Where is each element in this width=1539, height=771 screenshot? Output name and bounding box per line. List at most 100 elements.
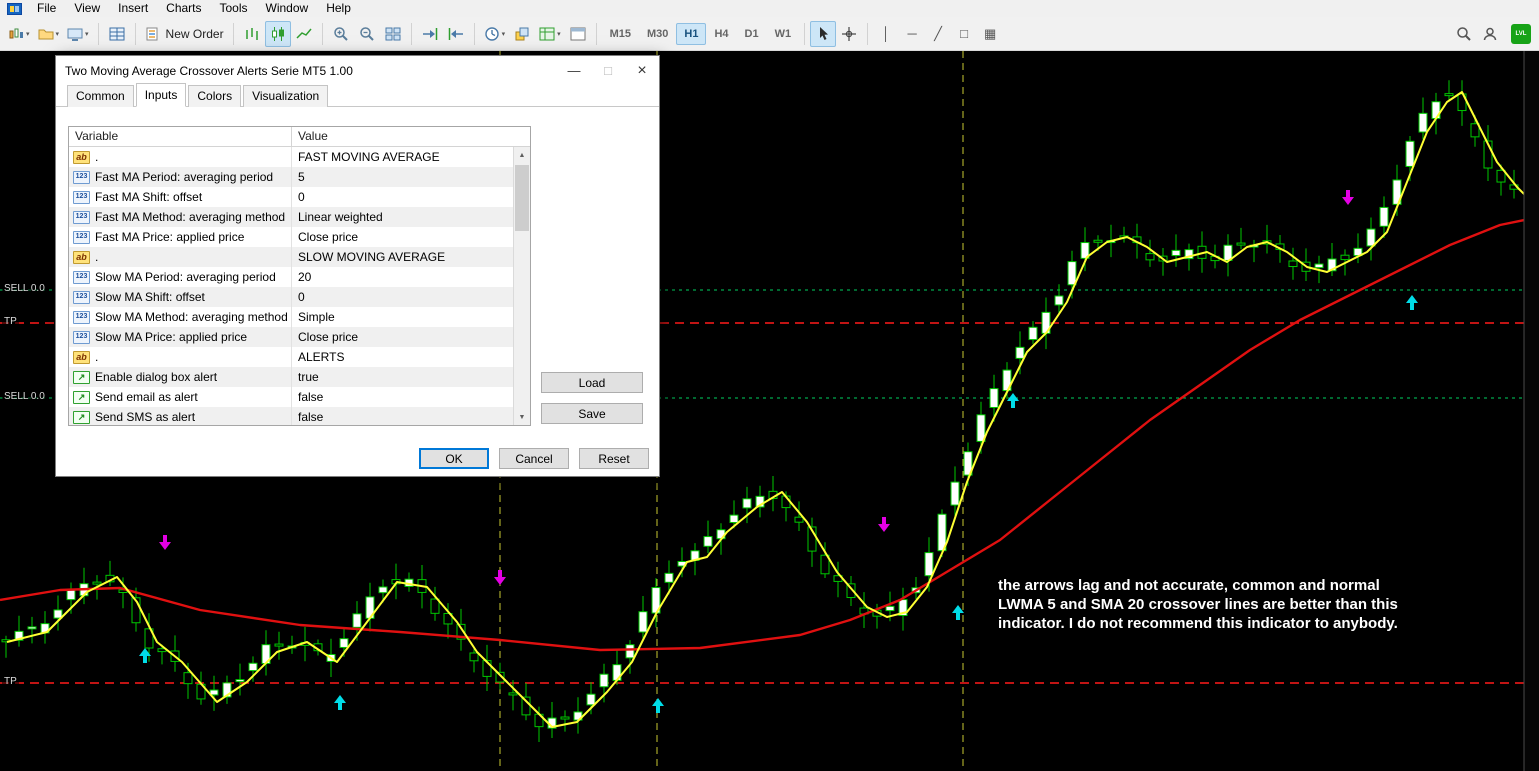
clock-icon xyxy=(484,26,499,41)
param-name: Slow MA Method: averaging method xyxy=(95,310,288,324)
search-icon xyxy=(1457,26,1471,41)
line-chart-button[interactable] xyxy=(291,21,317,47)
scroll-up-icon[interactable]: ▲ xyxy=(514,147,530,163)
table-row[interactable]: 123 Slow MA Shift: offset 0 xyxy=(69,287,513,307)
table-row[interactable]: ab. SLOW MOVING AVERAGE xyxy=(69,247,513,267)
dialog-title: Two Moving Average Crossover Alerts Seri… xyxy=(65,63,353,78)
tab-visualization[interactable]: Visualization xyxy=(243,85,329,107)
reset-button[interactable]: Reset xyxy=(579,448,649,469)
table-row[interactable]: 123 Slow MA Price: applied price Close pri… xyxy=(69,327,513,347)
profiles-button[interactable]: ▾ xyxy=(34,21,64,47)
close-icon: × xyxy=(637,61,647,79)
column-header-variable[interactable]: Variable xyxy=(69,127,292,146)
panels-button[interactable] xyxy=(565,21,591,47)
table-row[interactable]: 123 Slow MA Period: averaging period 20 xyxy=(69,267,513,287)
table-row[interactable]: ↗ Enable dialog box alert true xyxy=(69,367,513,387)
param-name: Fast MA Price: applied price xyxy=(95,230,245,244)
account-button[interactable] xyxy=(1477,21,1503,47)
number-param-icon: 123 xyxy=(73,290,90,304)
param-value[interactable]: false xyxy=(292,387,513,407)
param-value[interactable]: Simple xyxy=(292,307,513,327)
trendline-tool-button[interactable]: ╱ xyxy=(925,21,951,47)
vertical-line-tool-button[interactable]: │ xyxy=(873,21,899,47)
param-value[interactable]: Linear weighted xyxy=(292,207,513,227)
menu-insert[interactable]: Insert xyxy=(109,0,157,17)
load-button[interactable]: Load xyxy=(541,372,643,393)
timeframe-h1-button[interactable]: H1 xyxy=(676,22,707,45)
param-value[interactable]: SLOW MOVING AVERAGE xyxy=(292,247,513,267)
table-row[interactable]: 123 Fast MA Price: applied price Close pri… xyxy=(69,227,513,247)
auto-scroll-button[interactable] xyxy=(417,21,443,47)
table-scrollbar[interactable]: ▲ ▼ xyxy=(513,147,530,425)
periods-button[interactable]: ▾ xyxy=(480,21,510,47)
bar-chart-button[interactable] xyxy=(239,21,265,47)
chart-shift-button[interactable] xyxy=(443,21,469,47)
market-watch-button[interactable] xyxy=(104,21,130,47)
candlestick-chart-button[interactable] xyxy=(264,20,291,47)
tile-windows-button[interactable] xyxy=(380,21,406,47)
tab-colors[interactable]: Colors xyxy=(188,85,242,107)
table-row[interactable]: ab. FAST MOVING AVERAGE xyxy=(69,147,513,167)
param-value[interactable]: 0 xyxy=(292,287,513,307)
cancel-button[interactable]: Cancel xyxy=(499,448,569,469)
table-row[interactable]: 123 Fast MA Shift: offset 0 xyxy=(69,187,513,207)
table-row[interactable]: ab. ALERTS xyxy=(69,347,513,367)
menu-window[interactable]: Window xyxy=(257,0,318,17)
zoom-out-button[interactable] xyxy=(354,21,380,47)
column-header-value[interactable]: Value xyxy=(292,127,530,146)
param-name: Slow MA Price: applied price xyxy=(95,330,248,344)
param-value[interactable]: 5 xyxy=(292,167,513,187)
timeframe-h4-button[interactable]: H4 xyxy=(706,23,736,45)
param-value[interactable]: true xyxy=(292,367,513,387)
menu-charts[interactable]: Charts xyxy=(157,0,210,17)
param-value[interactable]: Close price xyxy=(292,227,513,247)
param-value[interactable]: false xyxy=(292,407,513,425)
maximize-button[interactable]: □ xyxy=(591,56,625,85)
table-row[interactable]: ↗ Send email as alert false xyxy=(69,387,513,407)
zoom-in-button[interactable] xyxy=(328,21,354,47)
tab-inputs[interactable]: Inputs xyxy=(135,83,187,107)
menu-view[interactable]: View xyxy=(65,0,109,17)
ok-button[interactable]: OK xyxy=(419,448,489,469)
objects-palette-button[interactable]: ▦ xyxy=(977,21,1003,47)
table-row[interactable]: 123 Fast MA Method: averaging method Linea… xyxy=(69,207,513,227)
shapes-tool-button[interactable]: □ xyxy=(951,21,977,47)
timeframe-m15-button[interactable]: M15 xyxy=(602,23,639,45)
param-value[interactable]: FAST MOVING AVERAGE xyxy=(292,147,513,167)
new-order-button[interactable]: New Order xyxy=(141,21,228,47)
toolbar-separator xyxy=(867,22,869,45)
objects-button[interactable] xyxy=(509,21,535,47)
tab-common[interactable]: Common xyxy=(67,85,134,107)
param-value[interactable]: Close price xyxy=(292,327,513,347)
menu-file[interactable]: File xyxy=(28,0,65,17)
cursor-tool-button[interactable] xyxy=(810,20,837,47)
menu-help[interactable]: Help xyxy=(317,0,360,17)
timeframe-d1-button[interactable]: D1 xyxy=(737,23,767,45)
new-chart-button[interactable]: ▾ xyxy=(4,21,34,47)
table-row[interactable]: ↗ Send SMS as alert false xyxy=(69,407,513,425)
param-value[interactable]: 20 xyxy=(292,267,513,287)
table-row[interactable]: 123 Slow MA Method: averaging method Simpl… xyxy=(69,307,513,327)
candlestick-icon xyxy=(271,26,284,41)
folder-icon xyxy=(38,29,54,39)
crosshair-tool-button[interactable] xyxy=(836,21,862,47)
crosshair-icon xyxy=(842,26,857,41)
timeframe-m30-button[interactable]: M30 xyxy=(639,23,676,45)
save-button[interactable]: Save xyxy=(541,403,643,424)
levels-badge[interactable]: LVL xyxy=(1511,23,1531,44)
menu-tools[interactable]: Tools xyxy=(211,0,257,17)
templates-button[interactable]: ▾ xyxy=(535,21,565,47)
horizontal-line-tool-button[interactable]: ─ xyxy=(899,21,925,47)
search-button[interactable] xyxy=(1451,21,1477,47)
scroll-down-icon[interactable]: ▼ xyxy=(514,409,530,425)
dialog-titlebar[interactable]: Two Moving Average Crossover Alerts Seri… xyxy=(56,56,659,85)
scrollbar-thumb[interactable] xyxy=(515,165,529,231)
table-row[interactable]: 123 Fast MA Period: averaging period 5 xyxy=(69,167,513,187)
param-value[interactable]: ALERTS xyxy=(292,347,513,367)
chart-profile-button[interactable]: ▾ xyxy=(63,21,93,47)
chevron-down-icon: ▾ xyxy=(557,30,561,38)
close-button[interactable]: × xyxy=(625,56,659,85)
param-value[interactable]: 0 xyxy=(292,187,513,207)
minimize-button[interactable]: — xyxy=(557,56,591,85)
timeframe-w1-button[interactable]: W1 xyxy=(767,23,800,45)
